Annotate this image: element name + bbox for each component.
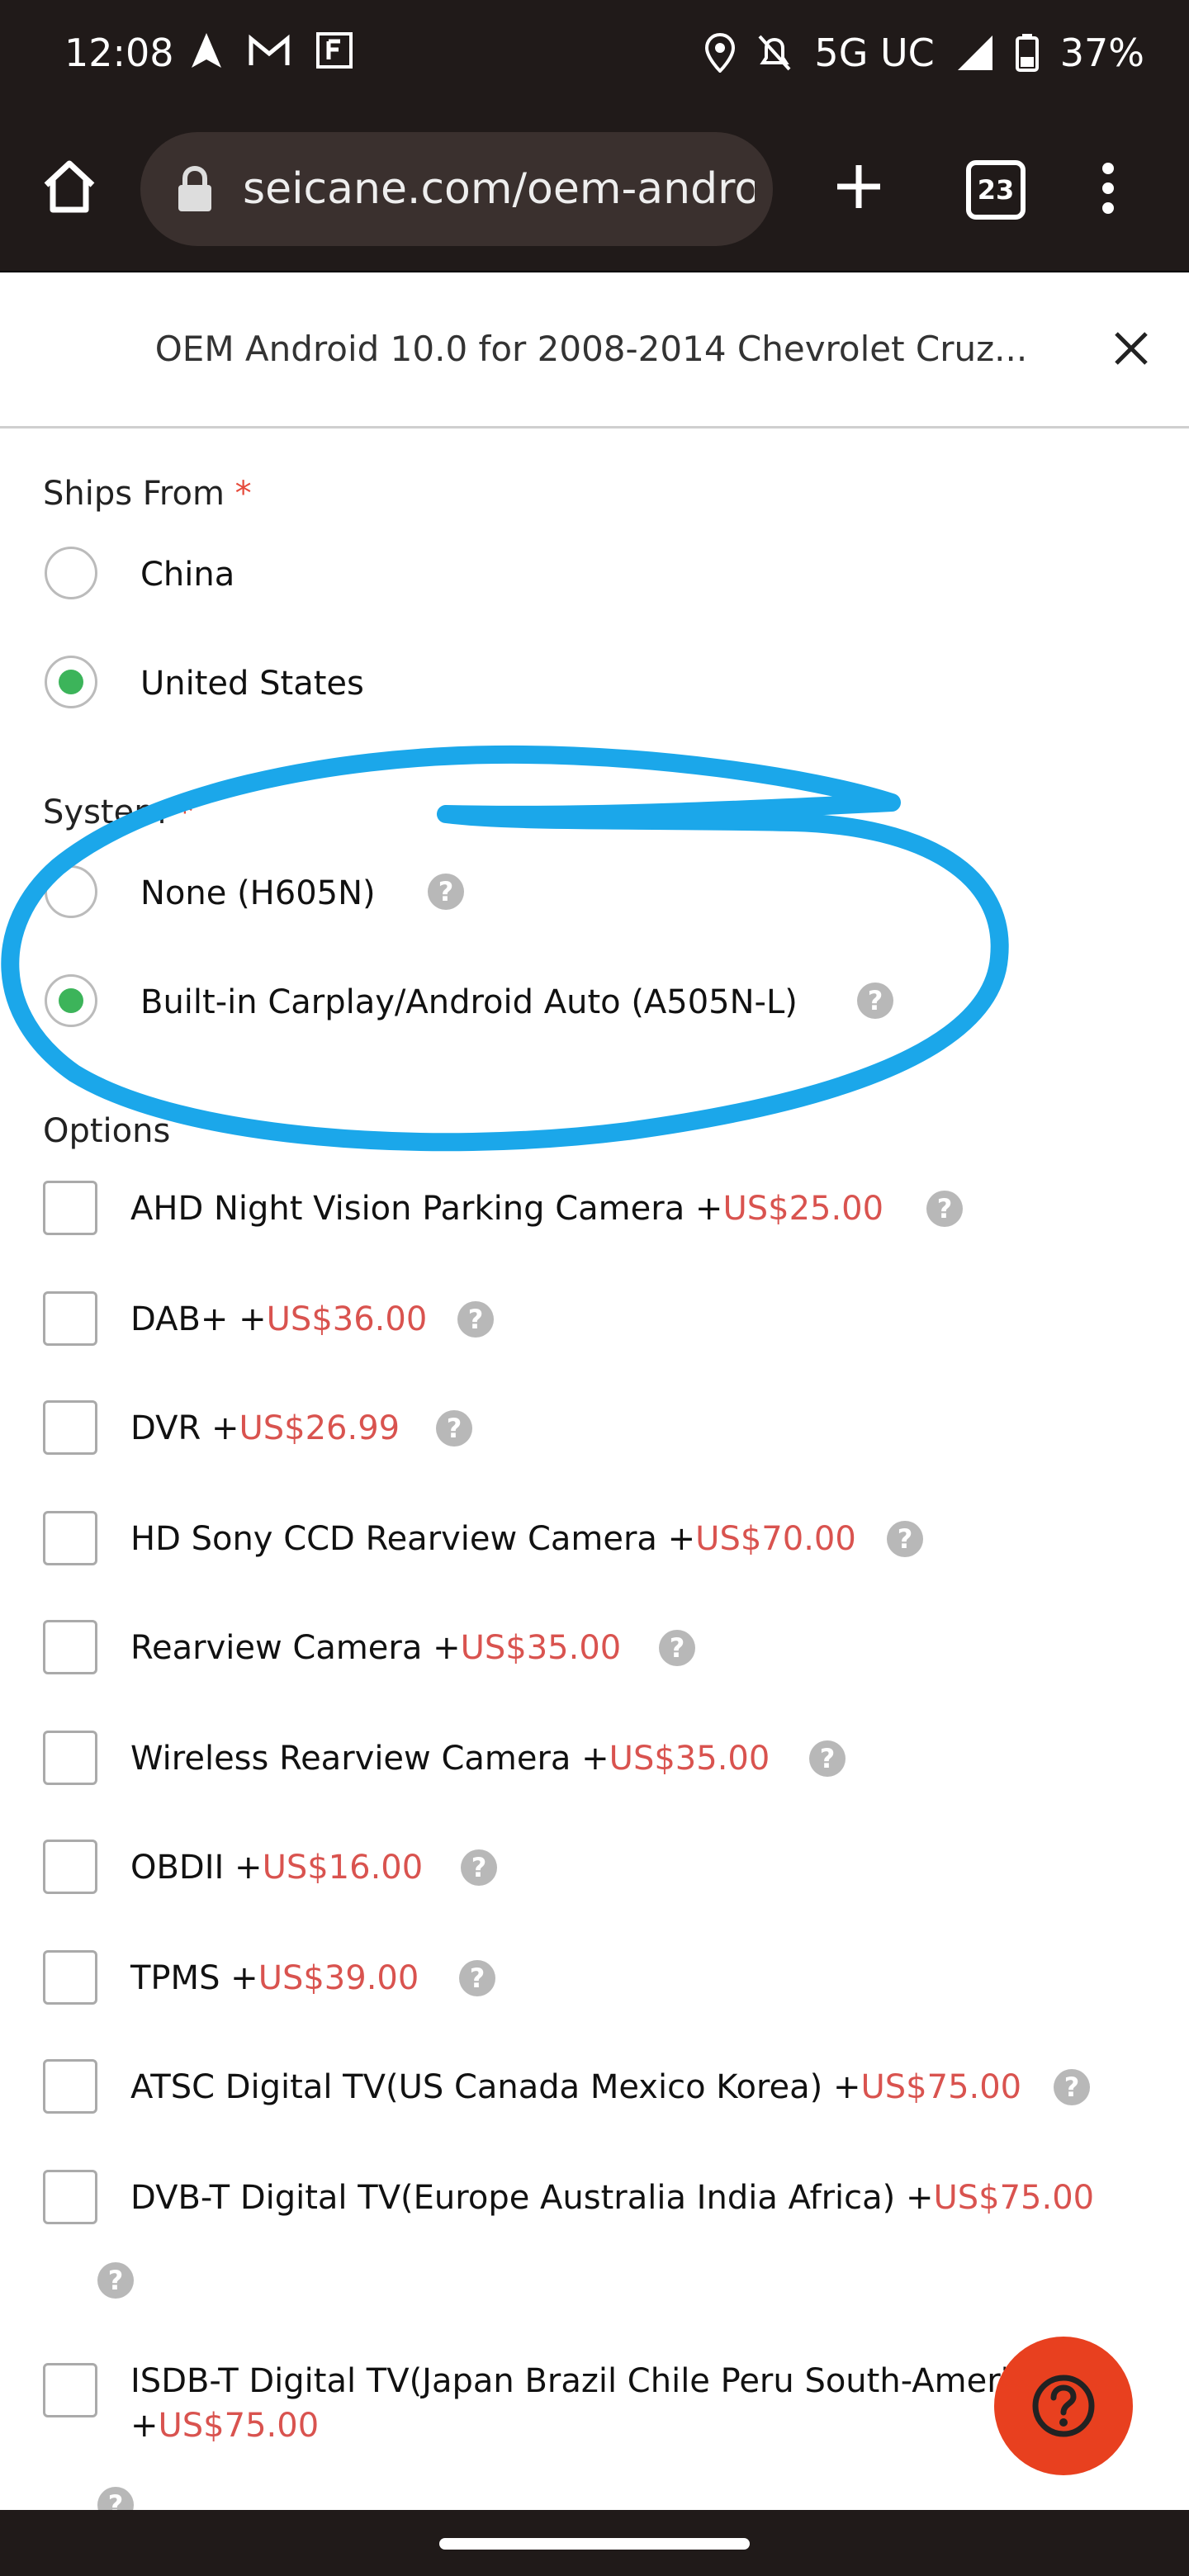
battery-percent: 37% — [1059, 31, 1144, 75]
modal-title: OEM Android 10.0 for 2008-2014 Chevrolet… — [154, 329, 1028, 369]
help-icon[interactable]: ? — [97, 2262, 134, 2299]
signal-icon — [957, 36, 992, 70]
radio-united-states[interactable] — [45, 656, 97, 708]
home-gesture-handle[interactable] — [439, 2538, 750, 2550]
help-icon[interactable]: ? — [887, 1521, 923, 1557]
option-label-atsc-tv: ATSC Digital TV(US Canada Mexico Korea) … — [130, 2068, 1022, 2106]
help-icon[interactable]: ? — [926, 1191, 963, 1227]
option-label-isdbt-tv: ISDB-T Digital TV(Japan Brazil Chile Per… — [130, 2362, 1006, 2400]
help-icon[interactable]: ? — [457, 1301, 494, 1338]
option-label-ahd-camera: AHD Night Vision Parking Camera +US$25.0… — [130, 1190, 884, 1228]
checkbox-atsc-tv[interactable] — [43, 2059, 97, 2114]
checkbox-dvr[interactable] — [43, 1400, 97, 1455]
more-menu-icon[interactable] — [1098, 162, 1118, 215]
help-chat-button[interactable] — [994, 2337, 1133, 2475]
option-label-wireless-rearview-camera: Wireless Rearview Camera +US$35.00 — [130, 1740, 770, 1778]
option-label-rearview-camera: Rearview Camera +US$35.00 — [130, 1629, 622, 1667]
checkbox-wireless-rearview-camera[interactable] — [43, 1731, 97, 1785]
address-bar[interactable]: seicane.com/oem-andro — [140, 132, 773, 246]
mute-bell-icon — [758, 35, 791, 71]
option-label-dvbt-tv: DVB-T Digital TV(Europe Australia India … — [130, 2179, 1095, 2217]
tab-switcher-button[interactable]: 23 — [966, 160, 1026, 220]
home-icon[interactable] — [41, 159, 97, 215]
navigation-bar — [0, 2510, 1189, 2576]
checkbox-hd-sony-camera[interactable] — [43, 1511, 97, 1565]
help-icon[interactable]: ? — [461, 1849, 497, 1886]
url-text: seicane.com/oem-andro — [243, 164, 755, 214]
ships-from-label: Ships From * — [43, 475, 252, 513]
browser-toolbar: seicane.com/oem-andro 23 — [0, 107, 1189, 272]
annotation-circle — [1, 745, 1009, 1152]
checkbox-tpms[interactable] — [43, 1950, 97, 2005]
help-icon[interactable]: ? — [1054, 2069, 1090, 2105]
network-label: 5G UC — [814, 31, 935, 75]
option-price-isdbt-tv: +US$75.00 — [130, 2407, 320, 2445]
new-tab-icon[interactable] — [834, 162, 883, 211]
radio-label-united-states: United States — [140, 665, 364, 703]
lock-icon — [178, 165, 211, 211]
modal-header: OEM Android 10.0 for 2008-2014 Chevrolet… — [0, 272, 1189, 429]
help-icon[interactable]: ? — [459, 1960, 495, 1996]
option-label-hd-sony-camera: HD Sony CCD Rearview Camera +US$70.00 — [130, 1520, 856, 1558]
status-time: 12:08 — [64, 31, 174, 75]
help-icon[interactable]: ? — [809, 1740, 846, 1777]
option-label-dab: DAB+ +US$36.00 — [130, 1300, 428, 1338]
checkbox-ahd-camera[interactable] — [43, 1181, 97, 1235]
status-bar: 12:08 5G UC 37% — [0, 0, 1189, 107]
close-icon[interactable] — [1103, 320, 1159, 376]
option-label-obdii: OBDII +US$16.00 — [130, 1849, 424, 1887]
option-label-dvr: DVR +US$26.99 — [130, 1409, 400, 1447]
question-circle-icon — [1032, 2375, 1095, 2437]
checkbox-rearview-camera[interactable] — [43, 1620, 97, 1674]
option-label-tpms: TPMS +US$39.00 — [130, 1959, 419, 1997]
navigation-icon — [192, 33, 221, 68]
help-icon[interactable]: ? — [659, 1630, 695, 1666]
battery-icon — [1015, 34, 1039, 72]
gmail-icon — [249, 34, 290, 65]
radio-china[interactable] — [45, 547, 97, 599]
radio-label-china: China — [140, 556, 235, 594]
checkbox-dab[interactable] — [43, 1291, 97, 1346]
location-icon — [705, 33, 736, 73]
f-app-icon — [316, 32, 353, 69]
help-icon[interactable]: ? — [436, 1410, 472, 1447]
checkbox-isdbt-tv[interactable] — [43, 2363, 97, 2417]
checkbox-obdii[interactable] — [43, 1840, 97, 1894]
checkbox-dvbt-tv[interactable] — [43, 2170, 97, 2224]
